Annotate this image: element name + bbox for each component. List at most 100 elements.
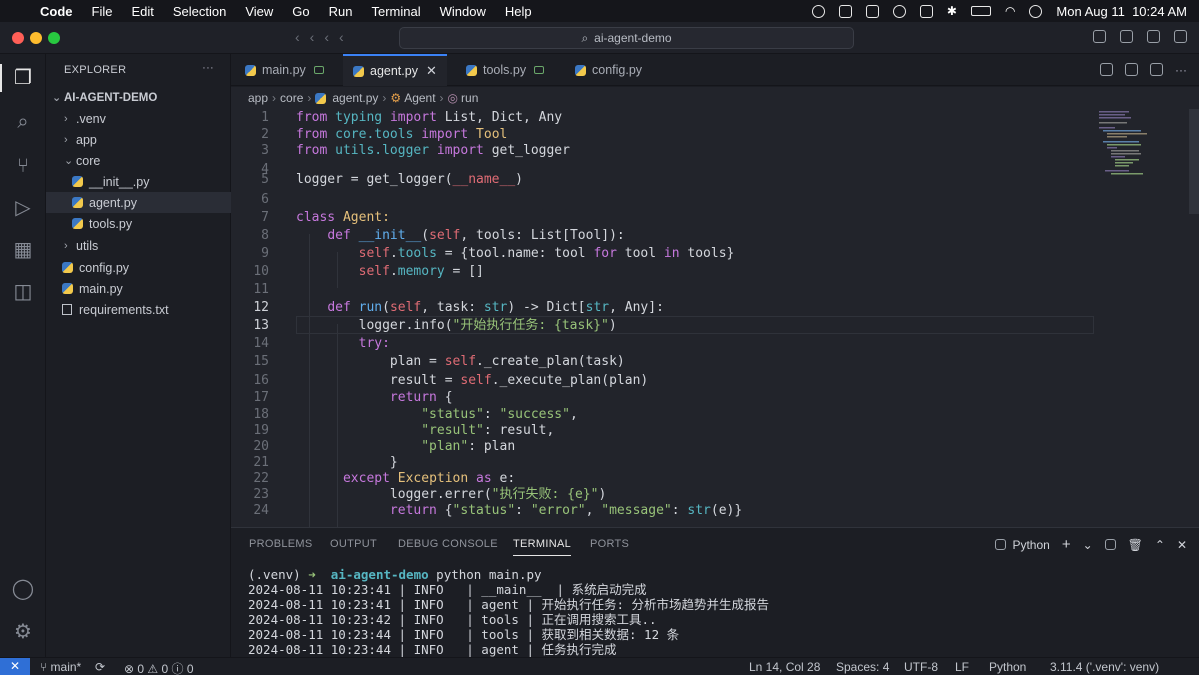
search-icon[interactable]: ⌕: [11, 110, 35, 134]
copilot-icon[interactable]: [1093, 30, 1106, 43]
menu-file[interactable]: File: [92, 4, 113, 19]
method-symbol-icon: ◎: [447, 91, 459, 105]
code-editor[interactable]: 1 from typing import List, Dict, Any 2 fro…: [231, 109, 1199, 527]
terminal-line: (.venv) ➜ ai-agent-demo python main.py: [248, 567, 542, 582]
breadcrumb-app[interactable]: app: [248, 91, 268, 105]
breadcrumb-method[interactable]: run: [461, 91, 478, 105]
account-icon[interactable]: ◯: [11, 577, 35, 601]
explorer-icon[interactable]: ❐: [11, 66, 35, 90]
menu-go[interactable]: Go: [292, 4, 309, 19]
tray-tool-icon[interactable]: [919, 4, 933, 18]
menu-help[interactable]: Help: [505, 4, 532, 19]
tray-sync-icon[interactable]: [892, 4, 906, 18]
language-mode[interactable]: Python: [989, 660, 1026, 674]
end-of-line[interactable]: LF: [955, 660, 969, 674]
terminal-profile-name[interactable]: Python: [1012, 538, 1049, 552]
tray-game-icon[interactable]: [865, 4, 879, 18]
close-tab-icon[interactable]: ✕: [426, 63, 437, 79]
user-switch-icon[interactable]: [1029, 4, 1043, 18]
tree-file-main[interactable]: main.py: [46, 278, 231, 299]
window-title-bar: ‹‹‹‹ ⌕ ai-agent-demo: [0, 22, 1199, 54]
problems-summary[interactable]: ⊗ 0 ⚠ 0 ⓘ 0: [124, 660, 194, 675]
bottom-panel: PROBLEMS OUTPUT DEBUG CONSOLE TERMINAL P…: [231, 527, 1199, 657]
menu-selection[interactable]: Selection: [173, 4, 226, 19]
layout-icon[interactable]: [1147, 30, 1160, 43]
wifi-icon[interactable]: ◠: [1005, 4, 1015, 18]
remote-indicator-icon[interactable]: ✕: [0, 658, 30, 675]
command-center-search[interactable]: ⌕ ai-agent-demo: [399, 27, 854, 49]
more-actions-icon[interactable]: ···: [1175, 63, 1187, 77]
run-debug-icon[interactable]: ▷: [11, 196, 35, 220]
remote-explorer-icon[interactable]: ◫: [11, 280, 35, 304]
tree-folder-venv[interactable]: › .venv: [46, 108, 231, 129]
menu-terminal[interactable]: Terminal: [372, 4, 421, 19]
menu-window[interactable]: Window: [440, 4, 486, 19]
breadcrumb-core[interactable]: core: [280, 91, 303, 105]
prompt-dir: ai-agent-demo: [330, 567, 429, 582]
close-panel-icon[interactable]: ✕: [1177, 538, 1187, 552]
tab-main-py[interactable]: main.py: [235, 54, 334, 86]
trash-icon[interactable]: 🗑: [1128, 538, 1143, 552]
tab-ports[interactable]: PORTS: [590, 538, 629, 550]
tree-file-requirements[interactable]: requirements.txt: [46, 299, 231, 320]
tree-file-agent[interactable]: agent.py: [46, 192, 231, 213]
split-terminal-icon[interactable]: [1104, 539, 1116, 550]
editor-scrollbar[interactable]: [1189, 109, 1199, 214]
tab-tools-py[interactable]: tools.py: [456, 54, 554, 86]
code-line: 17 return {: [253, 390, 453, 405]
maximize-panel-icon[interactable]: ⌃: [1155, 538, 1165, 552]
tree-file-tools[interactable]: tools.py: [46, 213, 231, 234]
menu-view[interactable]: View: [245, 4, 273, 19]
tab-output[interactable]: OUTPUT: [330, 538, 377, 550]
tree-label: core: [76, 153, 101, 168]
new-terminal-icon[interactable]: +: [1062, 536, 1071, 553]
open-changes-icon[interactable]: [1100, 63, 1113, 76]
menu-edit[interactable]: Edit: [131, 4, 153, 19]
bluetooth-icon[interactable]: ✱: [947, 4, 957, 18]
tab-agent-py[interactable]: agent.py ✕: [343, 54, 447, 86]
more-actions-icon[interactable]: ···: [202, 62, 214, 74]
tree-folder-core[interactable]: ⌄ core: [46, 150, 231, 171]
source-control-icon[interactable]: ⑂: [11, 154, 35, 178]
tab-terminal[interactable]: TERMINAL: [513, 538, 572, 556]
settings-sync-icon[interactable]: [1174, 30, 1187, 43]
run-python-icon[interactable]: [1125, 63, 1138, 76]
manage-gear-icon[interactable]: ⚙: [11, 620, 35, 644]
workspace-root[interactable]: ⌄ AI-AGENT-DEMO: [46, 87, 231, 108]
battery-icon[interactable]: [970, 6, 991, 16]
zoom-window-button[interactable]: [48, 32, 60, 44]
tree-folder-app[interactable]: › app: [46, 129, 231, 150]
breadcrumb-file[interactable]: agent.py: [332, 91, 378, 105]
tab-problems[interactable]: PROBLEMS: [249, 538, 313, 550]
sync-icon[interactable]: ⟳: [95, 660, 105, 674]
git-branch[interactable]: ⑂ main*: [40, 660, 81, 674]
menu-clock[interactable]: Mon Aug 11 10:24 AM: [1056, 4, 1187, 19]
breadcrumb-class[interactable]: Agent: [404, 91, 435, 105]
minimize-window-button[interactable]: [30, 32, 42, 44]
menu-run[interactable]: Run: [329, 4, 353, 19]
split-editor-icon[interactable]: [1150, 63, 1163, 76]
warning-count: 0: [161, 662, 169, 675]
tree-file-config[interactable]: config.py: [46, 257, 231, 278]
tree-file-init[interactable]: __init__.py: [46, 171, 231, 192]
cursor-position[interactable]: Ln 14, Col 28: [749, 660, 820, 674]
navigation-arrows-icon[interactable]: ‹‹‹‹: [295, 29, 354, 45]
file-encoding[interactable]: UTF-8: [904, 660, 938, 674]
tray-app-icon[interactable]: [838, 4, 852, 18]
minimap[interactable]: [1095, 109, 1185, 189]
extensions-icon[interactable]: ▦: [11, 238, 35, 262]
tab-config-py[interactable]: config.py: [565, 54, 652, 86]
accounts-icon[interactable]: [1120, 30, 1133, 43]
tab-label: config.py: [592, 63, 643, 77]
terminal-dropdown-icon[interactable]: ⌄: [1083, 538, 1093, 552]
close-window-button[interactable]: [12, 32, 24, 44]
macos-menu-bar: Code File Edit Selection View Go Run Ter…: [0, 0, 1199, 22]
python-interpreter[interactable]: 3.11.4 ('.venv': venv): [1050, 660, 1159, 674]
tree-folder-utils[interactable]: › utils: [46, 235, 231, 256]
menu-app-name[interactable]: Code: [40, 4, 73, 19]
code-line: 1 from typing import List, Dict, Any: [261, 110, 563, 125]
git-modified-icon: [534, 66, 545, 74]
tab-debug-console[interactable]: DEBUG CONSOLE: [398, 538, 498, 550]
indentation[interactable]: Spaces: 4: [836, 660, 889, 674]
status-circle-icon[interactable]: [811, 4, 825, 18]
